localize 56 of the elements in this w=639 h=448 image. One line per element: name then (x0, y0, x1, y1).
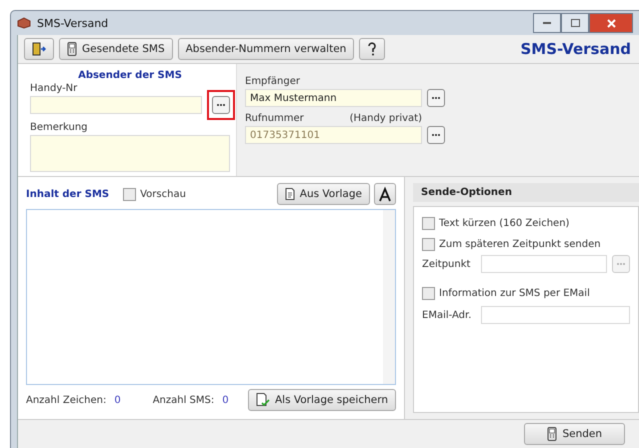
ellipsis-button[interactable] (212, 96, 230, 114)
close-icon (606, 18, 616, 28)
font-icon (378, 186, 392, 202)
phone-icon (547, 427, 558, 441)
checkbox-square[interactable] (422, 238, 435, 251)
input-field[interactable]: 01735371101 (245, 126, 422, 144)
door-icon (32, 42, 46, 56)
section-title: Absender der SMS (77, 70, 183, 81)
field-label: EMail-Adr. (422, 310, 472, 320)
maximize-button[interactable] (561, 13, 589, 33)
section-title: Inhalt der SMS (26, 188, 110, 200)
minimize-icon (543, 22, 551, 24)
app-icon (17, 17, 31, 29)
option-checkbox[interactable]: Text kürzen (160 Zeichen) (422, 217, 630, 230)
section-header: Sende-Optionen (413, 183, 639, 202)
option-checkbox[interactable]: Zum späteren Zeitpunkt senden (422, 238, 630, 251)
close-button[interactable] (589, 13, 633, 33)
count-label: Anzahl Zeichen: (26, 394, 106, 406)
template-button[interactable]: Aus Vorlage (276, 183, 370, 205)
help-button[interactable] (359, 38, 386, 60)
field-label: Handy-Nr (30, 83, 78, 94)
maximize-icon (570, 19, 580, 27)
sent-sms-button[interactable]: Gesendete SMS (59, 38, 173, 60)
font-button[interactable] (374, 183, 396, 205)
input-field[interactable] (30, 135, 230, 172)
checkbox-square[interactable] (422, 287, 435, 300)
field-label: Zeitpunkt (422, 258, 472, 270)
document-icon (284, 188, 295, 200)
ellipsis-button[interactable] (427, 89, 445, 107)
preview-checkbox[interactable]: Vorschau (123, 188, 186, 200)
question-icon (367, 42, 378, 56)
ellipsis-button[interactable] (427, 126, 445, 144)
input-field[interactable] (481, 306, 630, 324)
checkbox-square[interactable] (123, 188, 136, 200)
checkbox-square[interactable] (422, 217, 435, 230)
count-value: 0 (114, 394, 121, 406)
exit-button[interactable] (24, 38, 54, 60)
phone-type-label: (Handy privat) (350, 113, 422, 124)
manage-numbers-button[interactable]: Absender-Nummern verwalten (178, 38, 354, 60)
app-heading: SMS-Versand (520, 40, 632, 58)
field-label: Rufnummer (245, 113, 304, 124)
send-button[interactable]: Senden (524, 423, 625, 445)
field-label: Bemerkung (30, 122, 89, 133)
minimize-button[interactable] (533, 13, 561, 33)
count-label: Anzahl SMS: (152, 394, 214, 406)
input-field[interactable] (30, 96, 202, 114)
save-template-button[interactable]: Als Vorlage speichern (248, 389, 396, 411)
field-label: Empfänger (245, 76, 302, 87)
option-checkbox[interactable]: Information zur SMS per EMail (422, 287, 630, 300)
phone-icon (67, 42, 77, 56)
input-field[interactable]: Max Mustermann (245, 89, 422, 107)
count-value: 0 (222, 394, 229, 406)
scrollbar[interactable] (383, 210, 395, 384)
document-check-icon (256, 393, 270, 407)
input-field[interactable] (481, 255, 607, 273)
window-title: SMS-Versand (37, 16, 108, 30)
